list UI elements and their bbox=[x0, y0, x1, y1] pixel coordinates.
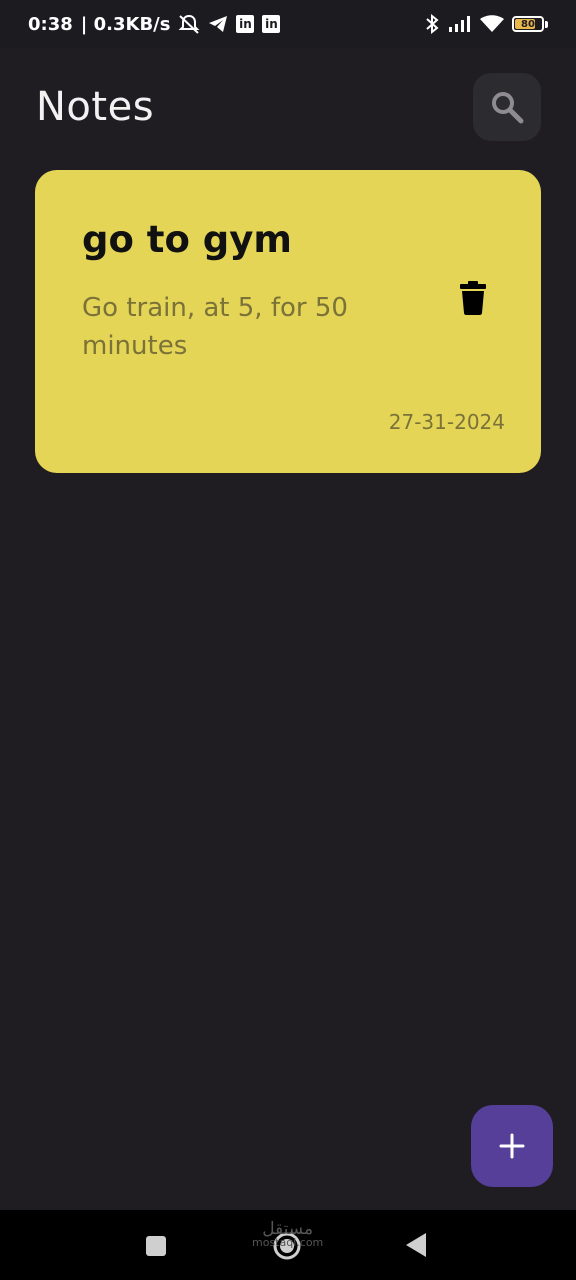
note-card[interactable]: go to gym Go train, at 5, for 50 minutes… bbox=[35, 170, 541, 473]
plus-icon bbox=[499, 1133, 525, 1159]
linkedin-icon: in bbox=[236, 15, 255, 33]
note-body: Go train, at 5, for 50 minutes bbox=[82, 292, 348, 361]
watermark: مستقل mostaql.com bbox=[252, 1219, 324, 1250]
page-title: Notes bbox=[36, 84, 155, 130]
recent-apps-icon bbox=[146, 1236, 166, 1256]
watermark-logo-text: مستقل bbox=[262, 1219, 314, 1239]
linkedin-icon: in bbox=[262, 15, 281, 33]
status-bar: 0:38 | 0.3KB/s in in 80 bbox=[0, 0, 576, 48]
search-icon bbox=[492, 92, 524, 124]
delete-button[interactable] bbox=[460, 280, 486, 319]
battery-body: 80 bbox=[512, 16, 544, 32]
search-button[interactable] bbox=[473, 73, 541, 141]
note-date: 27-31-2024 bbox=[388, 410, 505, 434]
status-right: 80 bbox=[424, 14, 548, 34]
status-time: 0:38 bbox=[28, 13, 73, 35]
note-content-row: Go train, at 5, for 50 minutes bbox=[82, 280, 506, 365]
network-speed: | 0.3KB/s bbox=[80, 13, 171, 35]
watermark-domain: mostaql.com bbox=[252, 1236, 324, 1249]
bluetooth-icon bbox=[424, 14, 440, 34]
app-header: Notes bbox=[36, 72, 541, 142]
telegram-icon bbox=[208, 15, 228, 33]
status-left: 0:38 | 0.3KB/s in in bbox=[28, 13, 281, 35]
back-icon bbox=[406, 1233, 426, 1257]
mute-icon bbox=[178, 14, 200, 34]
battery-tip bbox=[545, 20, 548, 28]
wifi-icon bbox=[480, 15, 504, 33]
note-title: go to gym bbox=[82, 218, 292, 261]
signal-icon bbox=[448, 15, 472, 33]
battery-icon: 80 bbox=[512, 16, 548, 32]
trash-icon bbox=[460, 280, 486, 315]
battery-level: 80 bbox=[521, 18, 535, 30]
add-note-button[interactable] bbox=[471, 1105, 553, 1187]
recent-apps-button[interactable] bbox=[145, 1235, 167, 1261]
back-button[interactable] bbox=[404, 1232, 428, 1262]
